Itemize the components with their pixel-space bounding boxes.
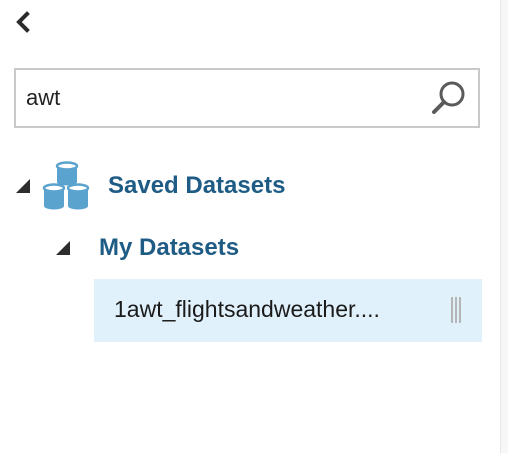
- tree-node-label: My Datasets: [99, 234, 240, 261]
- tree-node-my-datasets[interactable]: My Datasets: [56, 228, 239, 268]
- module-palette-panel: Saved Datasets My Datasets 1awt_flightsa…: [0, 0, 508, 453]
- collapse-triangle-icon[interactable]: [56, 241, 70, 255]
- panel-scroll-strip: [501, 0, 508, 453]
- tree-node-label: Saved Datasets: [108, 172, 286, 199]
- collapse-triangle-icon[interactable]: [16, 179, 30, 193]
- chevron-left-icon: [16, 11, 30, 33]
- dataset-name: 1awt_flightsandweather....: [114, 296, 380, 322]
- search-icon[interactable]: [430, 79, 468, 117]
- tree-node-saved-datasets[interactable]: Saved Datasets: [16, 160, 285, 212]
- search-box: [14, 68, 480, 128]
- drag-handle-icon[interactable]: [450, 297, 462, 323]
- database-icon: [42, 161, 90, 210]
- back-button[interactable]: [10, 8, 36, 36]
- dataset-list-item[interactable]: 1awt_flightsandweather....: [94, 279, 482, 342]
- search-input[interactable]: [26, 80, 416, 116]
